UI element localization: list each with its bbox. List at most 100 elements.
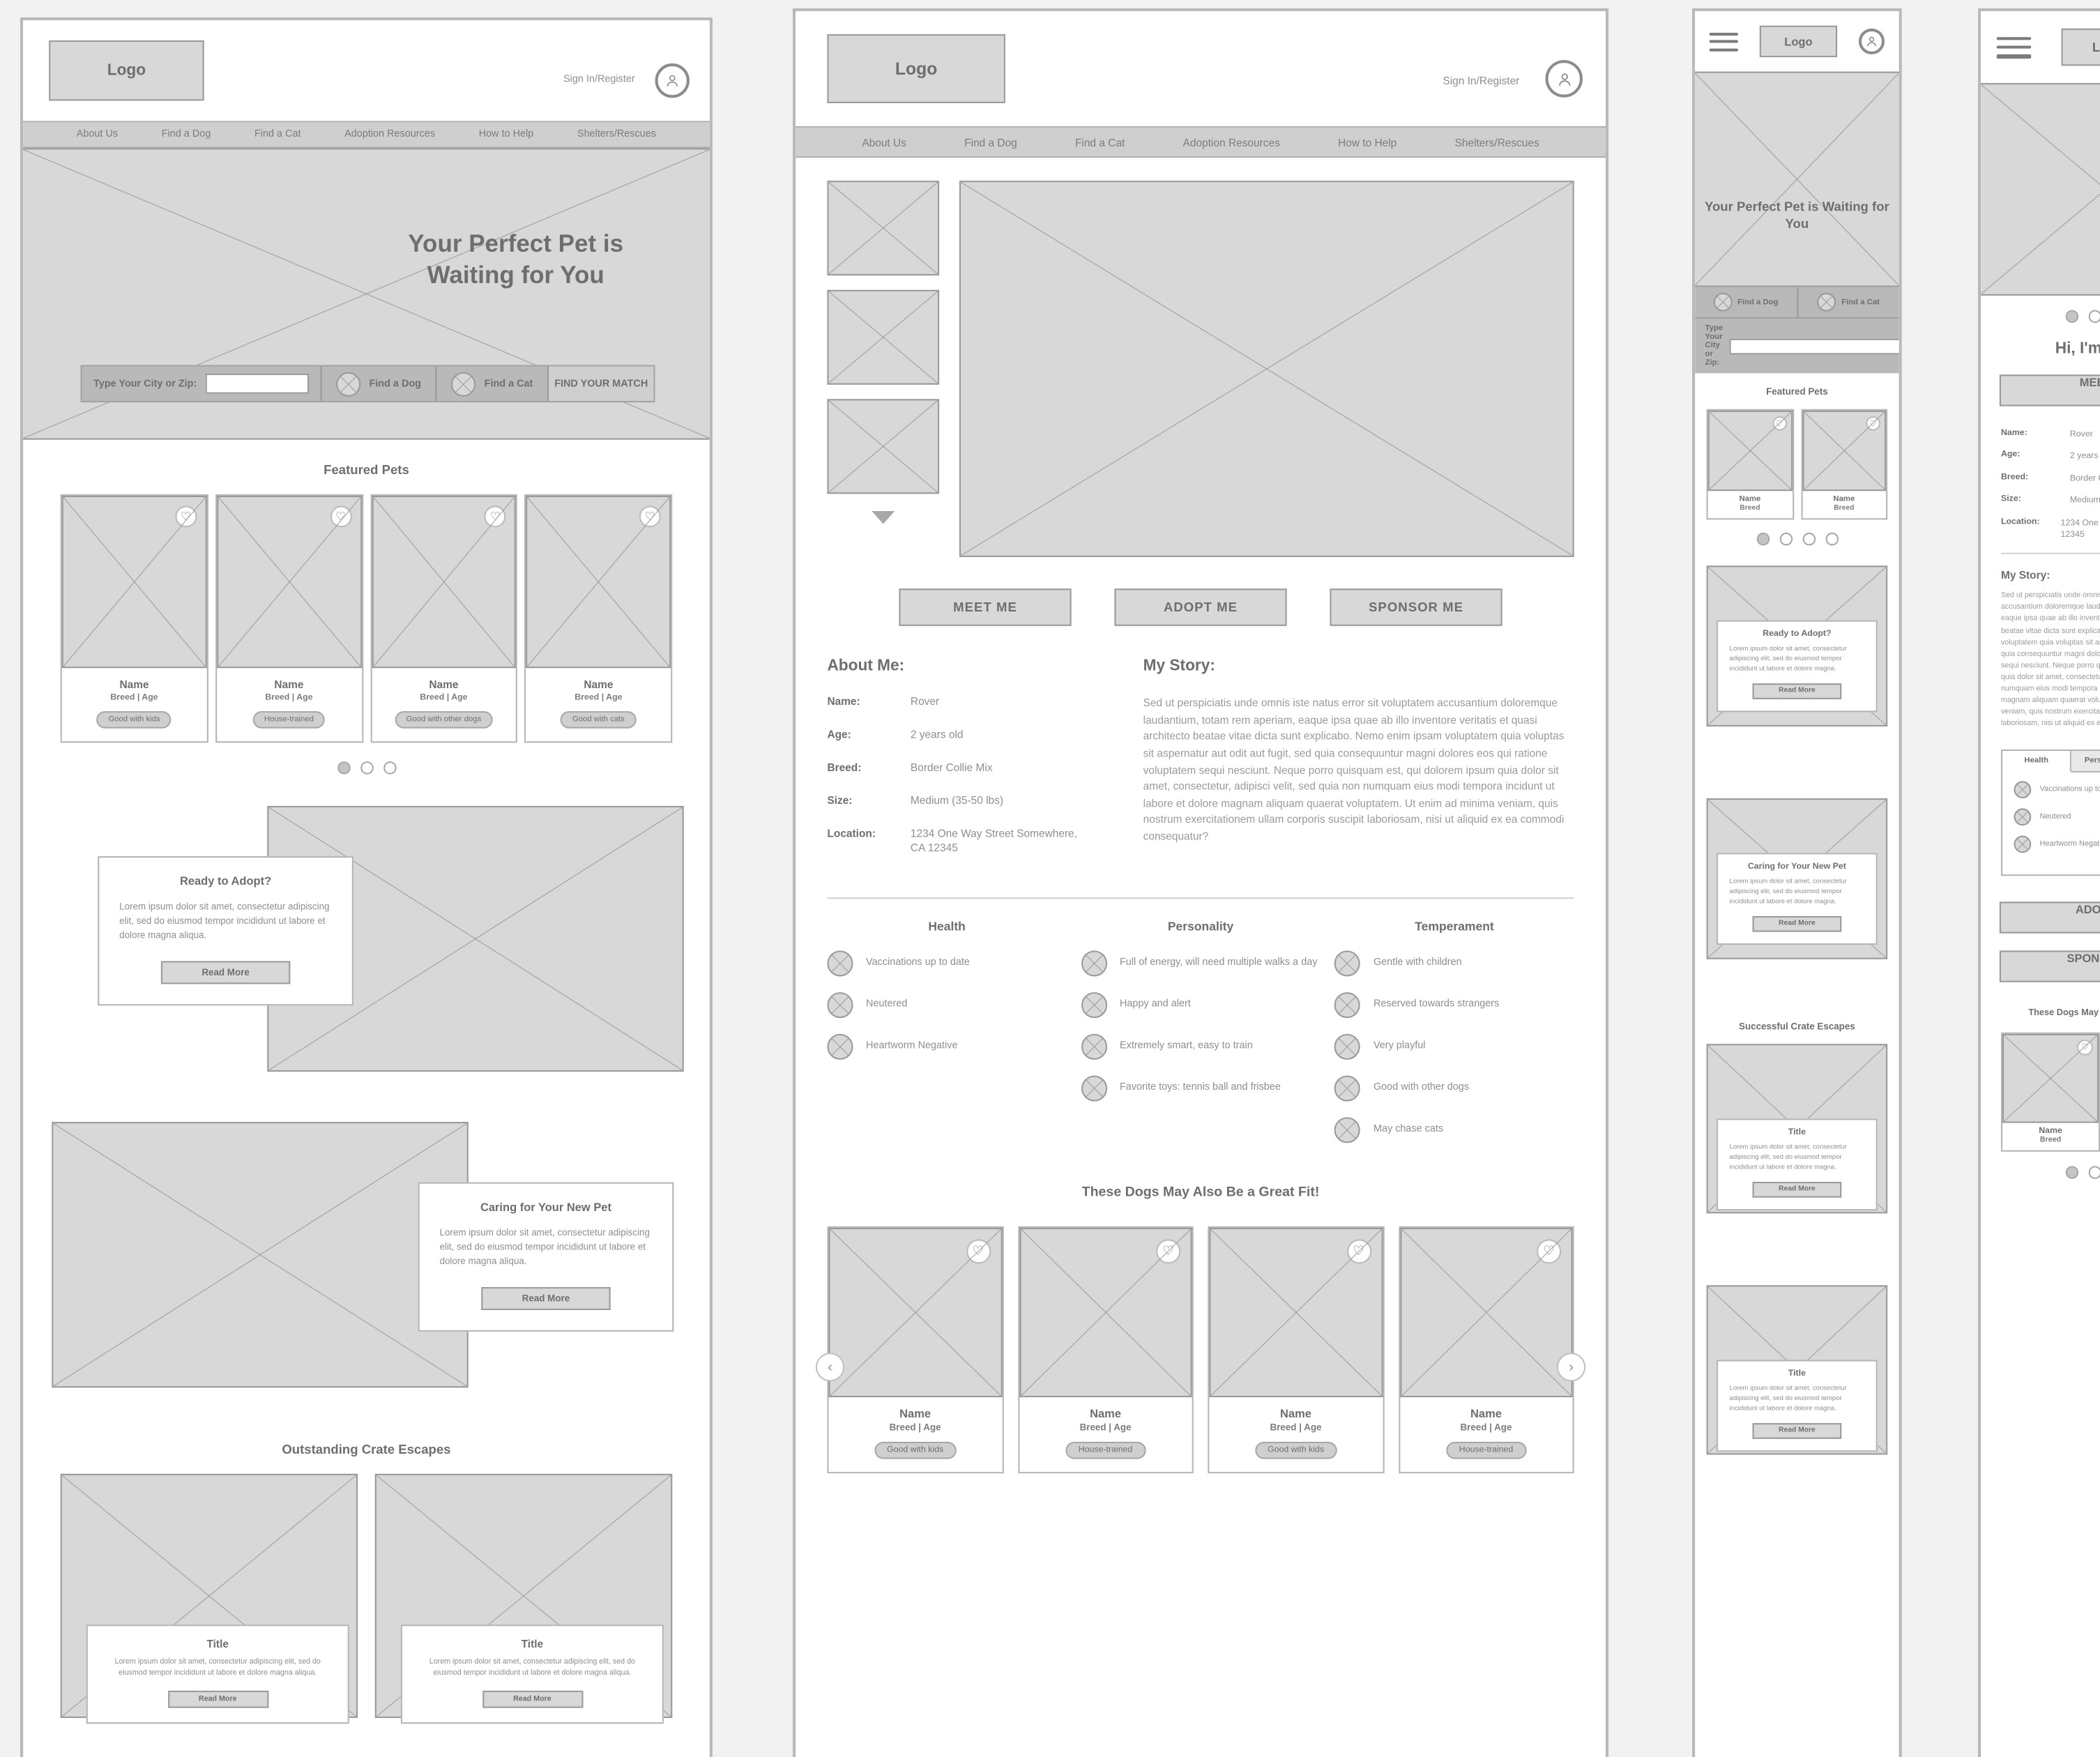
promo-read-more-button[interactable]: Read More (1752, 915, 1841, 932)
favorite-heart-icon[interactable]: ♡ (2076, 1040, 2093, 1056)
pet-breed-age: Breed | Age (265, 693, 313, 703)
favorite-heart-icon[interactable]: ♡ (1772, 416, 1786, 431)
featured-carousel-dots[interactable] (1695, 533, 1899, 546)
pet-breed-age: Breed | Age (889, 1423, 941, 1434)
nav-item-how-to-help[interactable]: How to Help (479, 129, 534, 139)
pet-card[interactable]: ♡ Name Breed | Age Good with other dogs (370, 494, 518, 743)
cat-thumbnail-icon (1816, 293, 1836, 312)
nav-item-about-us[interactable]: About Us (862, 136, 906, 149)
avatar-icon[interactable] (1545, 60, 1583, 98)
main-nav[interactable]: About Us Find a Dog Find a Cat Adoption … (22, 121, 710, 149)
nav-item-about-us[interactable]: About Us (77, 129, 118, 139)
gallery-thumbnail[interactable] (827, 181, 940, 276)
sponsor-me-button[interactable]: SPONSOR ME (1999, 950, 2100, 983)
find-a-cat-option[interactable]: Find a Cat (1797, 287, 1899, 317)
logo[interactable]: Logo (1759, 26, 1837, 58)
favorite-heart-icon[interactable]: ♡ (174, 505, 197, 528)
traits-tablist[interactable]: Health Personality Temperament (2002, 751, 2100, 773)
pet-card[interactable]: ♡ Name Breed (1800, 409, 1887, 520)
adopt-me-button[interactable]: ADOPT ME (1999, 902, 2100, 934)
avatar-icon[interactable] (1858, 29, 1885, 55)
sponsor-me-button[interactable]: SPONSOR ME (1330, 588, 1502, 627)
gallery-thumbnail[interactable] (827, 290, 940, 386)
trait-item: Good with other dogs (1334, 1076, 1574, 1102)
pet-card[interactable]: ♡ Name Breed (2000, 1033, 2100, 1153)
adopt-me-button[interactable]: ADOPT ME (1114, 588, 1287, 627)
favorite-heart-icon[interactable]: ♡ (1865, 416, 1880, 431)
sign-in-link[interactable]: Sign In/Register (1443, 75, 1520, 88)
hamburger-icon[interactable] (1996, 36, 2031, 59)
favorite-heart-icon[interactable]: ♡ (1156, 1240, 1181, 1265)
avatar-icon[interactable] (655, 63, 690, 98)
carousel-dot[interactable] (2064, 310, 2078, 324)
related-carousel-dots[interactable] (1981, 1166, 2100, 1180)
nav-item-adoption-resources[interactable]: Adoption Resources (344, 129, 435, 139)
carousel-dot[interactable] (1779, 533, 1792, 546)
pet-card[interactable]: ♡ Name Breed (1706, 409, 1793, 520)
logo[interactable]: Logo (827, 34, 1005, 104)
crate-section-header: Outstanding Crate Escapes (23, 1431, 710, 1474)
carousel-dot[interactable] (337, 761, 350, 775)
carousel-dot[interactable] (1756, 533, 1769, 546)
pet-card[interactable]: ♡ Name Breed | Age Good with cats (524, 494, 673, 743)
carousel-dot[interactable] (382, 761, 396, 775)
pet-card[interactable]: ♡ Name Breed | Age House-trained (1017, 1226, 1194, 1475)
tab-health[interactable]: Health (2002, 751, 2072, 773)
gallery-thumbnail[interactable] (827, 399, 940, 494)
carousel-dot[interactable] (360, 761, 373, 775)
carousel-dot[interactable] (1802, 533, 1815, 546)
crate-read-more-button[interactable]: Read More (1752, 1181, 1841, 1198)
favorite-heart-icon[interactable]: ♡ (639, 505, 661, 528)
promo-read-more-button[interactable]: Read More (160, 961, 291, 984)
pet-card[interactable]: ♡ Name Breed | Age Good with kids (1208, 1226, 1384, 1475)
chevron-down-icon[interactable] (872, 511, 895, 524)
sign-in-link[interactable]: Sign In/Register (563, 75, 635, 84)
crate-card: Title Lorem ipsum dolor sit amet, consec… (1716, 1118, 1878, 1210)
nav-item-find-a-cat[interactable]: Find a Cat (254, 129, 301, 139)
crate-read-more-button[interactable]: Read More (167, 1689, 268, 1707)
carousel-dot[interactable] (2087, 310, 2100, 324)
promo-read-more-button[interactable]: Read More (1752, 683, 1841, 699)
nav-item-find-a-dog[interactable]: Find a Dog (964, 136, 1017, 149)
find-a-cat-option[interactable]: Find a Cat (436, 366, 549, 401)
nav-item-adoption-resources[interactable]: Adoption Resources (1183, 136, 1280, 149)
find-a-dog-option[interactable]: Find a Dog (321, 366, 437, 401)
hamburger-icon[interactable] (1709, 32, 1738, 52)
logo[interactable]: Logo (49, 40, 204, 101)
favorite-heart-icon[interactable]: ♡ (1346, 1240, 1371, 1265)
nav-item-find-a-cat[interactable]: Find a Cat (1075, 136, 1125, 149)
find-your-match-button[interactable]: FIND YOUR MATCH (548, 366, 654, 401)
favorite-heart-icon[interactable]: ♡ (329, 505, 351, 528)
nav-item-shelters-rescues[interactable]: Shelters/Rescues (577, 129, 656, 139)
pet-card[interactable]: ♡ Name Breed | Age Good with kids (827, 1226, 1003, 1475)
crate-read-more-button[interactable]: Read More (1752, 1422, 1841, 1439)
gallery-dots[interactable] (1981, 310, 2100, 324)
favorite-heart-icon[interactable]: ♡ (484, 505, 506, 528)
nav-item-shelters-rescues[interactable]: Shelters/Rescues (1455, 136, 1539, 149)
pet-card[interactable]: ♡ Name Breed | Age Good with kids (60, 494, 208, 743)
carousel-dot[interactable] (1825, 533, 1838, 546)
zip-input[interactable] (1730, 338, 1899, 354)
promo-read-more-button[interactable]: Read More (481, 1287, 611, 1311)
meet-me-button[interactable]: MEET ME (899, 588, 1072, 627)
featured-carousel-dots[interactable] (23, 761, 710, 775)
nav-item-find-a-dog[interactable]: Find a Dog (162, 129, 211, 139)
zip-input[interactable] (205, 373, 309, 394)
pet-card[interactable]: ♡ Name Breed | Age House-trained (1398, 1226, 1574, 1475)
carousel-next-button[interactable]: › (1557, 1353, 1586, 1383)
tab-personality[interactable]: Personality (2071, 751, 2100, 773)
favorite-heart-icon[interactable]: ♡ (966, 1240, 991, 1265)
carousel-dot[interactable] (2064, 1166, 2078, 1180)
find-a-dog-option[interactable]: Find a Dog (1695, 287, 1798, 318)
meet-me-button[interactable]: MEET ME (1999, 374, 2100, 406)
gallery-thumbnails[interactable] (827, 181, 940, 558)
main-nav[interactable]: About Us Find a Dog Find a Cat Adoption … (796, 126, 1606, 158)
crate-read-more-button[interactable]: Read More (482, 1689, 583, 1707)
logo[interactable]: Logo (2060, 29, 2100, 66)
pet-card[interactable]: ♡ Name Breed | Age House-trained (215, 494, 363, 743)
field-value: 2 years old (911, 728, 964, 741)
favorite-heart-icon[interactable]: ♡ (1537, 1240, 1562, 1265)
my-story-text: Sed ut perspiciatis unde omnis iste natu… (2000, 592, 2100, 729)
carousel-dot[interactable] (2087, 1166, 2100, 1180)
nav-item-how-to-help[interactable]: How to Help (1338, 136, 1397, 149)
